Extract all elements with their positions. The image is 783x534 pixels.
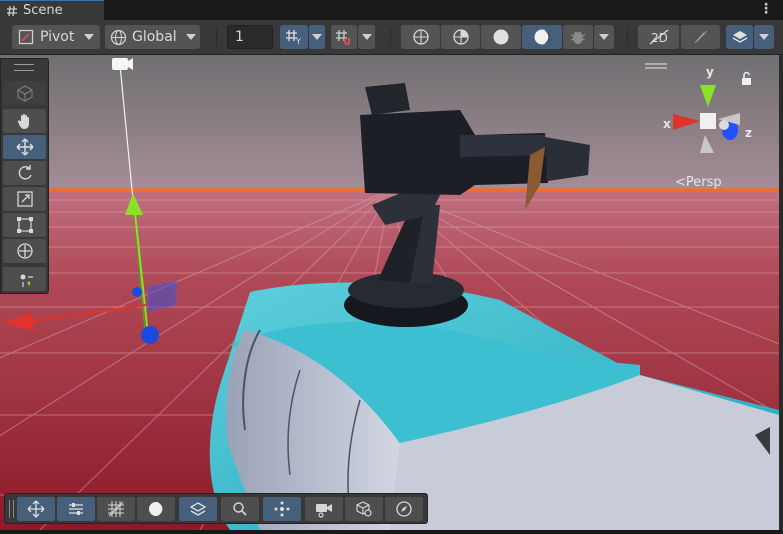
snap-settings-dropdown[interactable] xyxy=(358,25,375,49)
wireframe-sphere-icon xyxy=(412,29,429,45)
overlay-navigation-button[interactable] xyxy=(385,497,423,521)
tab-title: Scene xyxy=(23,3,63,18)
grid-size-value: 1 xyxy=(235,29,244,45)
cube-gear-icon xyxy=(356,501,372,517)
global-dropdown[interactable]: Global xyxy=(105,25,200,49)
grid-snap-button[interactable]: Y xyxy=(280,25,308,49)
move-arrows-icon xyxy=(27,500,45,518)
chevron-down-icon xyxy=(84,34,95,40)
grid-icon xyxy=(108,501,124,517)
tab-scene[interactable]: Scene xyxy=(0,0,104,20)
draw-mode-shaded-button[interactable] xyxy=(481,25,521,49)
overlay-grip-icon[interactable] xyxy=(9,500,14,518)
hand-tool-button[interactable] xyxy=(3,109,46,133)
grid-axis-dropdown[interactable] xyxy=(309,25,325,49)
view-tool-button[interactable] xyxy=(3,81,46,105)
transform-tool-button[interactable] xyxy=(3,239,46,263)
tab-bar: Scene ⋮ xyxy=(0,0,783,20)
scale-tool-button[interactable] xyxy=(3,187,46,211)
overlay-drag-handle-icon[interactable] xyxy=(14,64,34,71)
snap-increment-button[interactable] xyxy=(331,25,357,49)
layers-icon xyxy=(732,31,747,43)
magnet-grid-icon xyxy=(336,30,350,45)
grid-axis-icon: Y xyxy=(286,30,301,45)
move-tool-button[interactable] xyxy=(3,135,46,159)
scene-window: Scene ⋮ Pivot Global 1 Y 2D y x z <Persp xyxy=(0,0,783,534)
tools-overlay xyxy=(0,58,49,294)
pivot-icon xyxy=(18,29,34,45)
2d-slash-icon: 2D xyxy=(649,29,668,45)
cube-icon xyxy=(16,85,33,102)
chevron-down-icon xyxy=(312,34,322,40)
chevron-down-icon xyxy=(185,34,196,40)
custom-tool-icon xyxy=(20,274,33,287)
z-axis-handle[interactable] xyxy=(141,326,159,344)
scene-visibility-button[interactable] xyxy=(726,25,753,49)
pivot-points-icon xyxy=(274,501,290,517)
layers-icon xyxy=(189,502,207,516)
toggle-lighting-button[interactable] xyxy=(681,25,720,49)
gizmo-z-label: z xyxy=(745,126,752,140)
lit-sphere-icon xyxy=(534,29,550,45)
separator xyxy=(390,28,391,46)
toggle-2d-button[interactable]: 2D xyxy=(638,25,679,49)
global-label: Global xyxy=(132,29,177,45)
move-arrows-icon xyxy=(16,138,33,156)
overlay-move-button[interactable] xyxy=(17,497,55,521)
chevron-down-icon xyxy=(599,34,609,40)
scale-icon xyxy=(16,191,33,207)
rotate-icon xyxy=(18,165,32,180)
gizmo-y-label: y xyxy=(706,65,714,79)
video-camera-icon xyxy=(316,504,332,518)
moon-sphere-icon xyxy=(149,502,164,516)
pivot-label: Pivot xyxy=(40,29,75,45)
draw-mode-wireframe-button[interactable] xyxy=(401,25,440,49)
overlay-occlusion-button[interactable] xyxy=(345,497,383,521)
shaded-wireframe-sphere-icon xyxy=(452,29,469,45)
globe-icon xyxy=(110,29,127,45)
overlay-pivot-button[interactable] xyxy=(263,497,301,521)
grid-size-field[interactable]: 1 xyxy=(227,25,273,49)
gizmo-x-label: x xyxy=(663,117,671,131)
bottom-overlay-toolbar xyxy=(4,493,428,524)
panel-bottom-edge xyxy=(0,530,783,534)
hash-icon xyxy=(7,5,17,16)
rect-transform-icon xyxy=(16,217,33,233)
transform-icon xyxy=(16,243,33,259)
scene-viewport[interactable]: y x z xyxy=(0,55,779,530)
overlay-search-button[interactable] xyxy=(221,497,259,521)
overlay-settings-button[interactable] xyxy=(57,497,95,521)
custom-tool-button[interactable] xyxy=(3,267,46,291)
debug-view-dropdown[interactable] xyxy=(594,25,614,49)
overlay-layers-button[interactable] xyxy=(179,497,217,521)
svg-text:Y: Y xyxy=(295,37,301,45)
pivot-dropdown[interactable]: Pivot xyxy=(12,25,100,49)
rect-tool-button[interactable] xyxy=(3,213,46,237)
overlay-camera-button[interactable] xyxy=(305,497,343,521)
hand-icon xyxy=(17,114,29,129)
scene-visibility-dropdown[interactable] xyxy=(754,25,774,49)
separator xyxy=(627,28,628,46)
chevron-down-icon xyxy=(759,34,769,40)
viewport-scrollbar[interactable] xyxy=(779,55,783,530)
debug-view-button[interactable] xyxy=(563,25,593,49)
kebab-menu-icon[interactable]: ⋮ xyxy=(759,2,773,16)
projection-toggle[interactable]: <Persp xyxy=(675,175,722,190)
overlay-lighting-button[interactable] xyxy=(137,497,175,521)
solid-sphere-icon xyxy=(493,29,509,45)
search-icon xyxy=(233,502,247,516)
svg-text:2D: 2D xyxy=(651,31,668,45)
overlay-grid-button[interactable] xyxy=(97,497,135,521)
sliders-icon xyxy=(69,503,83,515)
separator xyxy=(216,28,217,46)
scene-toolbar: Pivot Global 1 Y 2D xyxy=(0,20,783,55)
bug-icon xyxy=(570,31,586,44)
draw-mode-lit-button[interactable] xyxy=(522,25,562,49)
light-slash-icon xyxy=(694,30,707,44)
rotate-tool-button[interactable] xyxy=(3,161,46,185)
chevron-down-icon xyxy=(361,34,372,40)
compass-icon xyxy=(396,501,412,517)
draw-mode-shaded-wireframe-button[interactable] xyxy=(441,25,480,49)
